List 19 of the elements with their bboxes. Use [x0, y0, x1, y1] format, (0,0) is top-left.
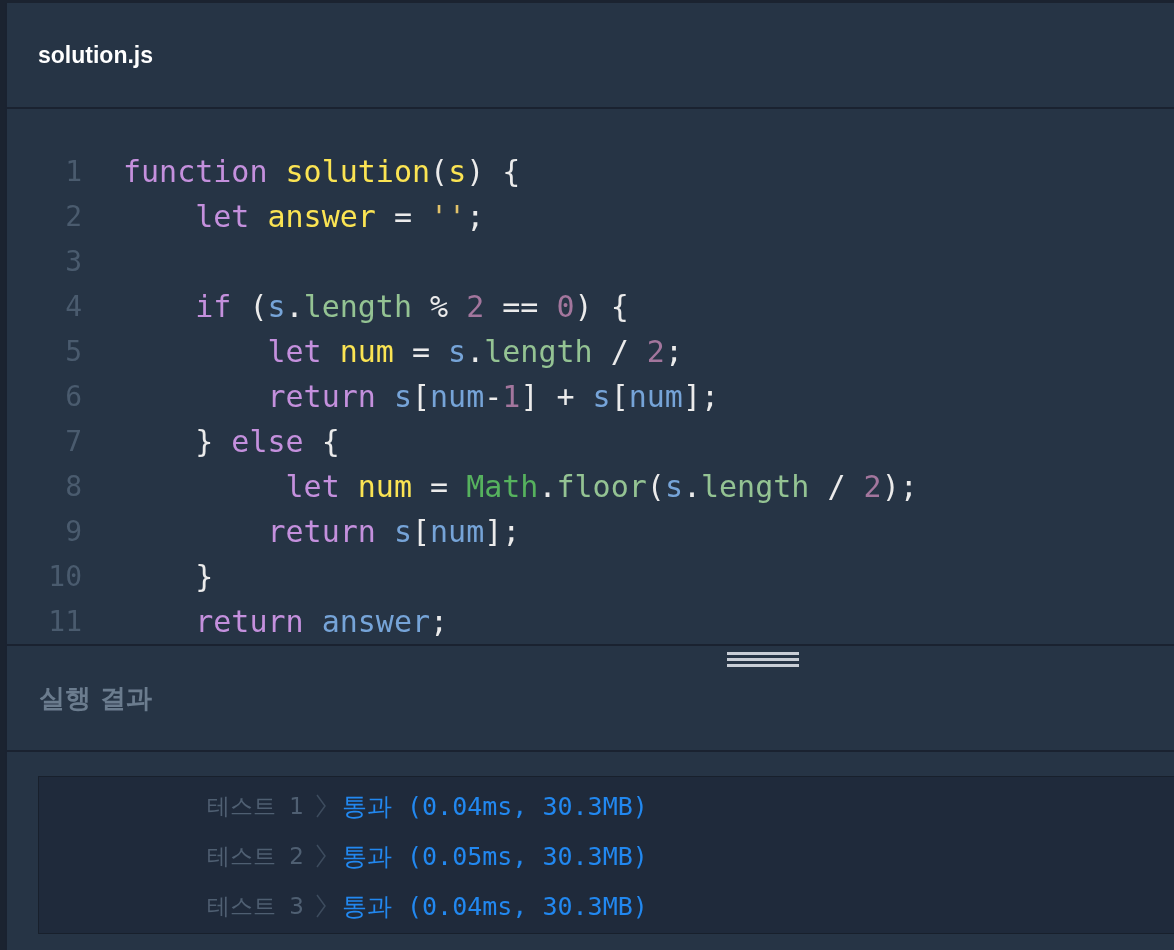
chevron-icon [315, 794, 326, 818]
code-line: let num = s.length / 2; [266, 333, 683, 371]
test-result: 통과 (0.05ms, 30.3MB) [341, 840, 648, 873]
code-line: return answer; [194, 603, 449, 641]
file-title: solution.js [38, 41, 153, 69]
code-line: if (s.length % 2 == 0) { [194, 288, 629, 326]
chevron-icon [315, 894, 326, 918]
code-line: } [194, 558, 214, 596]
code-line: let num = Math.floor(s.length / 2); [284, 468, 918, 506]
code-line: return s[num]; [266, 513, 521, 551]
results-title: 실행 결과 [39, 681, 153, 715]
test-result: 통과 (0.04ms, 30.3MB) [341, 790, 648, 823]
code-line: } else { [194, 423, 340, 461]
chevron-icon [315, 844, 326, 868]
code-line: return s[num-1] + s[num]; [266, 378, 720, 416]
code-line: let answer = ''; [194, 198, 485, 236]
code-line: function solution(s) { [123, 153, 521, 191]
resize-handle[interactable] [727, 651, 799, 669]
test-result: 통과 (0.04ms, 30.3MB) [341, 890, 648, 923]
